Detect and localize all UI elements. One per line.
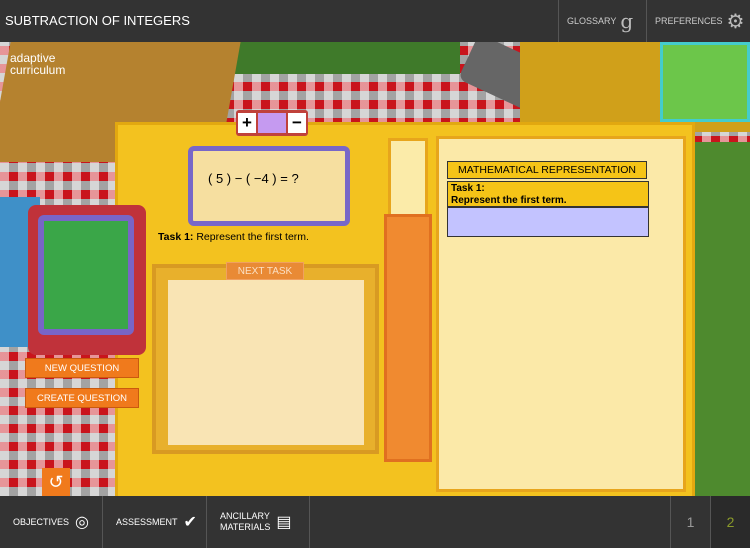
minus-button[interactable]: − [288,113,306,133]
glossary-button[interactable]: GLOSSARY g [558,0,646,42]
work-area[interactable] [168,280,364,445]
assessment-button[interactable]: ASSESSMENT ✔ [103,496,207,548]
ancillary-materials-button[interactable]: ANCILLARY MATERIALS ▤ [207,496,310,548]
glossary-icon: g [620,9,634,33]
page-2-button[interactable]: 2 [710,496,750,548]
target-icon: ◎ [75,514,89,531]
document-icon: ▤ [276,514,292,531]
workspace-scene: adaptive curriculum + − ( 5 ) − ( −4 ) = … [0,42,750,496]
bin-slot [388,138,428,218]
sign-toggle[interactable]: + − [236,110,308,136]
math-panel-task: Task 1: Represent the first term. [447,181,649,207]
grass [230,42,460,74]
top-bar: SUBTRACTION OF INTEGERS GLOSSARY g PREFE… [0,0,750,42]
preferences-label: PREFERENCES [655,16,723,26]
preferences-button[interactable]: PREFERENCES ⚙ [646,0,750,42]
question-card: ( 5 ) − ( −4 ) = ? [188,146,350,226]
sign-slider[interactable] [258,113,286,133]
page-1-button[interactable]: 1 [670,496,710,548]
math-panel-input[interactable] [447,207,649,237]
gear-icon: ⚙ [726,10,745,33]
grass [690,142,750,496]
create-question-button[interactable]: CREATE QUESTION [25,388,139,408]
checkmark-icon: ✔ [183,514,197,531]
logo: adaptive curriculum [10,51,66,77]
bottom-bar: OBJECTIVES ◎ ASSESSMENT ✔ ANCILLARY MATERIA… [0,496,750,548]
characters-image [44,221,128,329]
reset-icon[interactable]: ↺ [42,468,70,496]
character-card [28,205,146,355]
math-panel-title: MATHEMATICAL REPRESENTATION [447,161,647,179]
objectives-button[interactable]: OBJECTIVES ◎ [0,496,103,548]
page-title: SUBTRACTION OF INTEGERS [5,13,190,28]
equation: ( 5 ) − ( −4 ) = ? [208,171,299,186]
work-tray [152,264,379,454]
task-instruction: Task 1: Represent the first term. [158,231,309,243]
new-question-button[interactable]: NEW QUESTION [25,358,139,378]
glossary-label: GLOSSARY [567,16,617,26]
orange-column[interactable] [384,214,432,462]
green-book [660,42,750,122]
next-task-button[interactable]: NEXT TASK [226,262,304,280]
plus-button[interactable]: + [238,113,256,133]
